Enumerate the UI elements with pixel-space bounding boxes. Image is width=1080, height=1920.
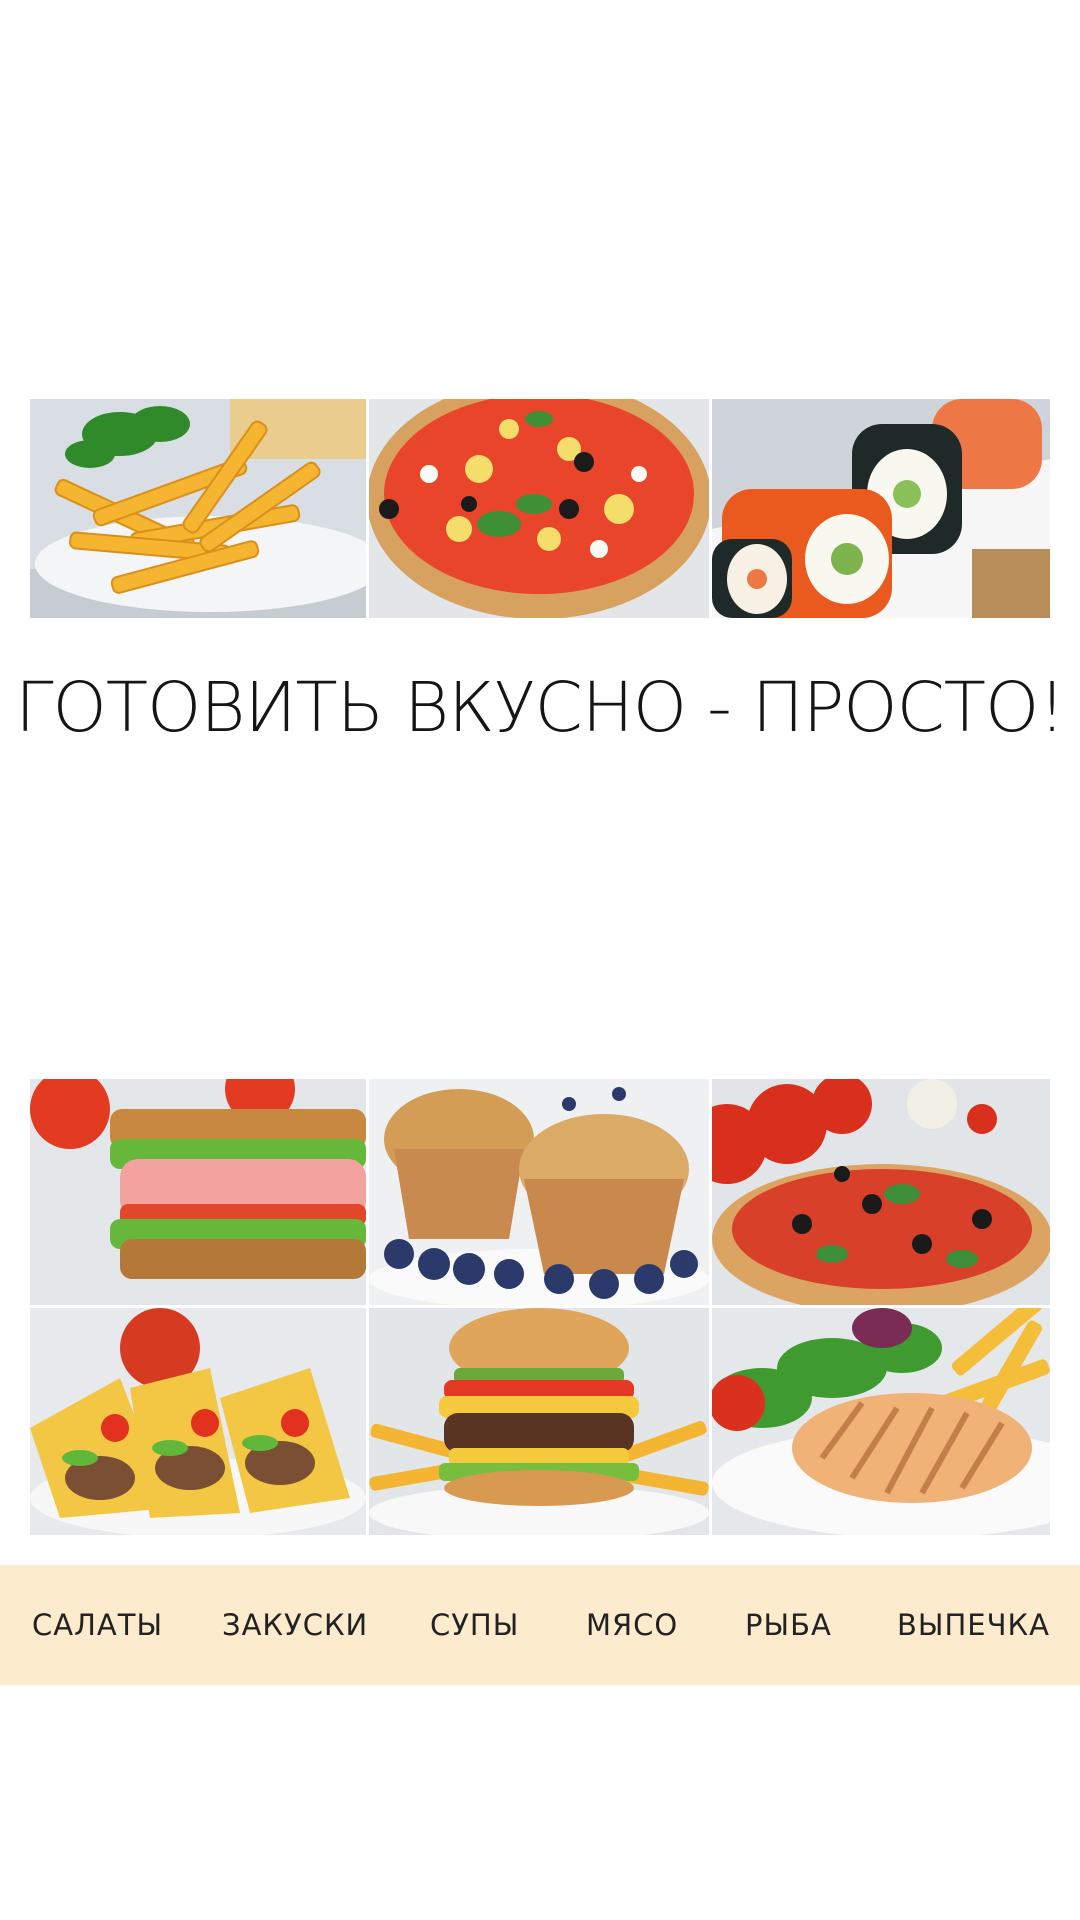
top-food-gallery xyxy=(30,399,1050,618)
nav-item-appetizers[interactable]: ЗАКУСКИ xyxy=(222,1565,368,1685)
sushi-rolls-photo xyxy=(712,399,1050,618)
muffins-blueberries-photo xyxy=(369,1079,709,1305)
burger-fries-photo xyxy=(369,1308,709,1535)
nav-item-fish[interactable]: РЫБА xyxy=(745,1565,832,1685)
french-fries-photo xyxy=(30,399,366,618)
nav-item-baking[interactable]: ВЫПЕЧКА xyxy=(897,1565,1050,1685)
nav-item-soups[interactable]: СУПЫ xyxy=(430,1565,519,1685)
sandwich-photo xyxy=(30,1079,366,1305)
tacos-photo xyxy=(30,1308,366,1535)
nav-item-meat[interactable]: МЯСО xyxy=(586,1565,678,1685)
bottom-food-gallery xyxy=(30,1079,1050,1535)
page-headline: ГОТОВИТЬ ВКУСНО - ПРОСТО! xyxy=(15,668,1066,748)
pizza-photo xyxy=(369,399,709,618)
category-nav: САЛАТЫ ЗАКУСКИ СУПЫ МЯСО РЫБА ВЫПЕЧКА xyxy=(0,1565,1080,1685)
grilled-chicken-salad-photo xyxy=(712,1308,1050,1535)
pizza-tomatoes-photo xyxy=(712,1079,1050,1305)
nav-item-salads[interactable]: САЛАТЫ xyxy=(32,1565,163,1685)
